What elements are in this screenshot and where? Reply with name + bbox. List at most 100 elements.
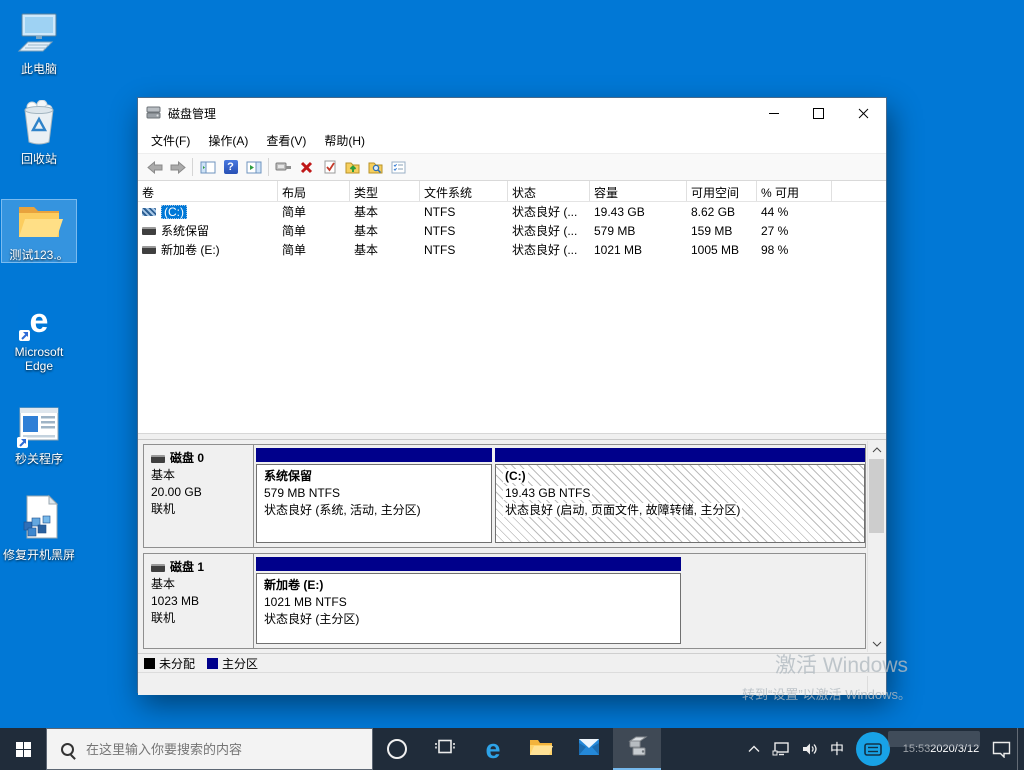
table-row[interactable]: 新加卷 (E:) 简单 基本 NTFS 状态良好 (... 1021 MB 10…: [138, 240, 886, 259]
disk-1-row: 磁盘 1 基本 1023 MB 联机 新加卷 (E:) 1021 MB NTFS…: [143, 553, 866, 649]
folder-up-icon[interactable]: [341, 156, 364, 178]
recycle-bin-icon: [17, 100, 61, 149]
disk-1-label[interactable]: 磁盘 1 基本 1023 MB 联机: [144, 554, 254, 648]
disk-kind: 基本: [151, 467, 246, 484]
partition-status: 状态良好 (启动, 页面文件, 故障转储, 主分区): [503, 503, 742, 517]
column-header-filesystem[interactable]: 文件系统: [420, 181, 508, 201]
legend-label: 主分区: [222, 655, 258, 672]
partition-title: 系统保留: [264, 468, 484, 485]
disk-state: 联机: [151, 610, 246, 627]
menu-action[interactable]: 操作(A): [199, 128, 257, 153]
cell-type: 基本: [350, 222, 420, 239]
minimize-button[interactable]: [751, 98, 796, 128]
volume-table-header: 卷 布局 类型 文件系统 状态 容量 可用空间 % 可用: [138, 181, 886, 202]
action-center-button[interactable]: [986, 728, 1017, 770]
menu-view[interactable]: 查看(V): [257, 128, 315, 153]
action-pane-icon[interactable]: [242, 156, 265, 178]
desktop-icon-quick-close-app[interactable]: 秒关程序: [2, 404, 76, 466]
check-document-icon[interactable]: [318, 156, 341, 178]
help-icon[interactable]: ?: [219, 156, 242, 178]
search-input[interactable]: [84, 741, 358, 758]
legend-bar: 未分配 主分区: [138, 653, 886, 672]
clock-time: 15:53: [903, 742, 931, 756]
menu-help[interactable]: 帮助(H): [315, 128, 374, 153]
legend-swatch: [144, 658, 155, 669]
desktop-icon-fix-black-screen[interactable]: 修复开机黑屏: [2, 494, 76, 562]
cortana-button[interactable]: [373, 728, 421, 770]
taskbar-edge-button[interactable]: e: [469, 728, 517, 770]
shortcut-arrow-icon: [17, 437, 28, 448]
column-header-pct-free[interactable]: % 可用: [757, 181, 832, 201]
disk-management-window: 磁盘管理 文件(F) 操作(A) 查看(V) 帮助(H): [137, 97, 887, 693]
properties-list-icon[interactable]: [387, 156, 410, 178]
menu-file[interactable]: 文件(F): [142, 128, 199, 153]
desktop-icon-recycle-bin[interactable]: 回收站: [2, 100, 76, 166]
desktop-icon-edge[interactable]: e Microsoft Edge: [2, 300, 76, 373]
scroll-up-icon[interactable]: [868, 441, 885, 458]
maximize-button[interactable]: [796, 98, 841, 128]
disk-icon: [151, 564, 165, 572]
partition-system-reserved[interactable]: 系统保留 579 MB NTFS 状态良好 (系统, 活动, 主分区): [256, 448, 492, 543]
partition-e-drive[interactable]: 新加卷 (E:) 1021 MB NTFS 状态良好 (主分区): [256, 557, 681, 644]
desktop-icon-label: 修复开机黑屏: [3, 548, 75, 562]
column-header-volume[interactable]: 卷: [138, 181, 278, 201]
scroll-down-icon[interactable]: [868, 635, 885, 652]
network-icon[interactable]: [766, 728, 796, 770]
volume-icon[interactable]: [796, 728, 824, 770]
taskbar: e: [0, 728, 1024, 770]
taskbar-search-box[interactable]: [46, 728, 373, 770]
search-icon: [61, 743, 74, 756]
console-tree-icon[interactable]: [196, 156, 219, 178]
start-button[interactable]: [0, 728, 46, 770]
cell-layout: 简单: [278, 203, 350, 220]
forward-icon[interactable]: [166, 156, 189, 178]
column-header-type[interactable]: 类型: [350, 181, 420, 201]
partition-c-drive[interactable]: (C:) 19.43 GB NTFS 状态良好 (启动, 页面文件, 故障转储,…: [495, 448, 865, 543]
cell-status: 状态良好 (...: [508, 222, 590, 239]
column-header-status[interactable]: 状态: [508, 181, 590, 201]
disk-0-label[interactable]: 磁盘 0 基本 20.00 GB 联机: [144, 445, 254, 547]
this-pc-icon: [15, 12, 63, 59]
scrollbar-thumb[interactable]: [869, 459, 884, 533]
delete-volume-icon[interactable]: [295, 156, 318, 178]
disk-management-app-icon: [146, 105, 162, 122]
pane-splitter[interactable]: [138, 433, 886, 440]
partition-status: 状态良好 (主分区): [264, 611, 673, 628]
column-header-capacity[interactable]: 容量: [590, 181, 687, 201]
taskbar-clock[interactable]: 15:53 2020/3/12: [896, 728, 986, 770]
vertical-scrollbar[interactable]: [867, 441, 885, 652]
status-bar: [138, 672, 886, 695]
column-header-free-space[interactable]: 可用空间: [687, 181, 757, 201]
column-header-layout[interactable]: 布局: [278, 181, 350, 201]
partition-color-bar: [495, 448, 865, 462]
disk-size: 1023 MB: [151, 593, 246, 610]
app-window-icon: [16, 404, 62, 449]
desktop-icon-this-pc[interactable]: 此电脑: [2, 12, 76, 76]
volume-icon: [142, 208, 156, 216]
folder-search-icon[interactable]: [364, 156, 387, 178]
ime-language-indicator[interactable]: 中: [824, 728, 850, 770]
cell-capacity: 19.43 GB: [590, 205, 687, 219]
title-bar[interactable]: 磁盘管理: [138, 98, 886, 128]
task-view-button[interactable]: [421, 728, 469, 770]
desktop-icon-test-folder[interactable]: 测试123.。: [2, 200, 76, 262]
table-row[interactable]: (C:) 简单 基本 NTFS 状态良好 (... 19.43 GB 8.62 …: [138, 202, 886, 221]
close-button[interactable]: [841, 98, 886, 128]
partition-title: (C:): [503, 469, 528, 483]
cell-layout: 简单: [278, 241, 350, 258]
table-row[interactable]: 系统保留 简单 基本 NTFS 状态良好 (... 579 MB 159 MB …: [138, 221, 886, 240]
mail-icon: [578, 738, 600, 761]
cell-fs: NTFS: [420, 205, 508, 219]
toolbar-separator: [268, 158, 269, 176]
taskbar-mail-button[interactable]: [565, 728, 613, 770]
taskbar-file-explorer-button[interactable]: [517, 728, 565, 770]
tray-overflow-chevron-icon[interactable]: [742, 728, 766, 770]
desktop-icon-label: 此电脑: [21, 62, 57, 76]
disk-icon: [151, 455, 165, 463]
show-desktop-button[interactable]: [1017, 728, 1024, 770]
taskbar-disk-management-button[interactable]: [613, 728, 661, 770]
desktop-icon-label: 测试123.。: [9, 248, 68, 262]
back-icon[interactable]: [143, 156, 166, 178]
rescan-disks-icon[interactable]: [272, 156, 295, 178]
legend-primary-partition: 主分区: [207, 655, 258, 672]
